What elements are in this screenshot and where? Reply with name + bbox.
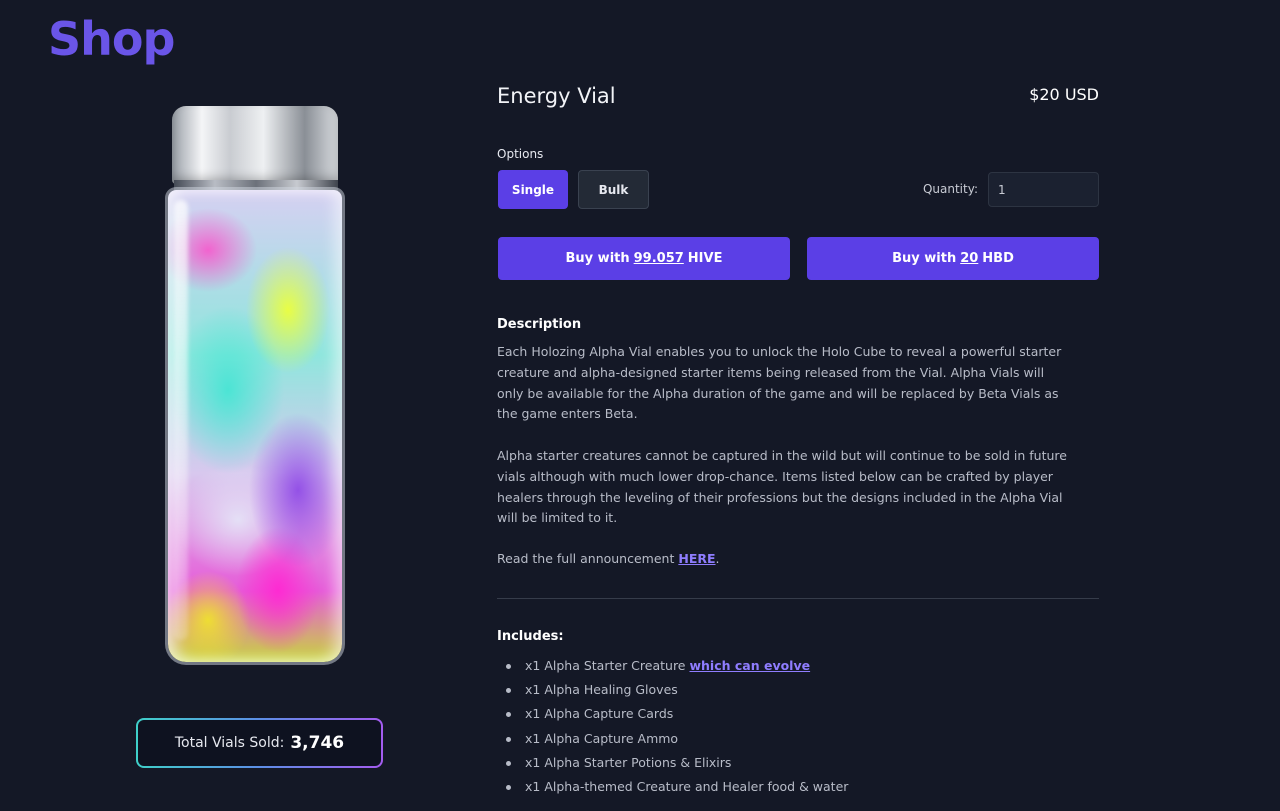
product-image xyxy=(160,100,350,670)
buy-hive-currency: HIVE xyxy=(687,251,723,266)
list-item: x1 Alpha Healing Gloves xyxy=(497,680,848,704)
includes-heading: Includes: xyxy=(497,629,564,644)
list-item: x1 Alpha Starter Potions & Elixirs xyxy=(497,753,848,777)
divider xyxy=(497,598,1099,599)
list-item: x1 Alpha Capture Ammo xyxy=(497,729,848,753)
quantity-label: Quantity: xyxy=(922,182,978,196)
option-bulk-button[interactable]: Bulk xyxy=(578,170,649,209)
vials-sold-inner: Total Vials Sold: 3,746 xyxy=(138,720,381,766)
evolve-link[interactable]: which can evolve xyxy=(689,658,810,673)
buy-hbd-prefix: Buy with xyxy=(892,251,957,266)
option-single-button[interactable]: Single xyxy=(498,170,568,209)
buy-hive-prefix: Buy with xyxy=(565,251,630,266)
vials-sold-value: 3,746 xyxy=(290,733,345,753)
announcement-period: . xyxy=(715,551,720,566)
vial-shine xyxy=(174,200,188,640)
vial-cap xyxy=(172,106,338,184)
buy-hive-amount: 99.057 xyxy=(633,251,684,266)
announcement-line: Read the full announcement HERE. xyxy=(497,549,1067,570)
description-heading: Description xyxy=(497,317,582,332)
list-item: x1 Alpha Capture Cards xyxy=(497,704,848,728)
quantity-input[interactable] xyxy=(988,172,1099,207)
announcement-link[interactable]: HERE xyxy=(678,551,715,566)
description-paragraph-2: Alpha starter creatures cannot be captur… xyxy=(497,448,1067,526)
vials-sold-label: Total Vials Sold: xyxy=(174,735,285,751)
buy-with-hbd-button[interactable]: Buy with 20 HBD xyxy=(807,237,1099,280)
description-paragraph-1: Each Holozing Alpha Vial enables you to … xyxy=(497,344,1062,422)
buy-with-hive-button[interactable]: Buy with 99.057 HIVE xyxy=(498,237,790,280)
list-item: x1 Alpha-themed Creature and Healer food… xyxy=(497,777,848,801)
list-item: x1 Alpha Starter Creature which can evol… xyxy=(497,656,848,680)
page-title: Shop xyxy=(48,12,175,66)
includes-list: x1 Alpha Starter Creature which can evol… xyxy=(497,656,848,801)
announcement-text: Read the full announcement xyxy=(497,551,675,566)
product-name: Energy Vial xyxy=(497,84,616,108)
include-item-text: x1 Alpha Starter Creature xyxy=(525,658,686,673)
vial-body xyxy=(168,190,342,662)
product-price: $20 USD xyxy=(1029,85,1099,104)
vials-sold-counter: Total Vials Sold: 3,746 xyxy=(136,718,383,768)
options-label: Options xyxy=(497,147,544,161)
buy-hbd-currency: HBD xyxy=(982,251,1014,266)
buy-hbd-amount: 20 xyxy=(960,251,979,266)
